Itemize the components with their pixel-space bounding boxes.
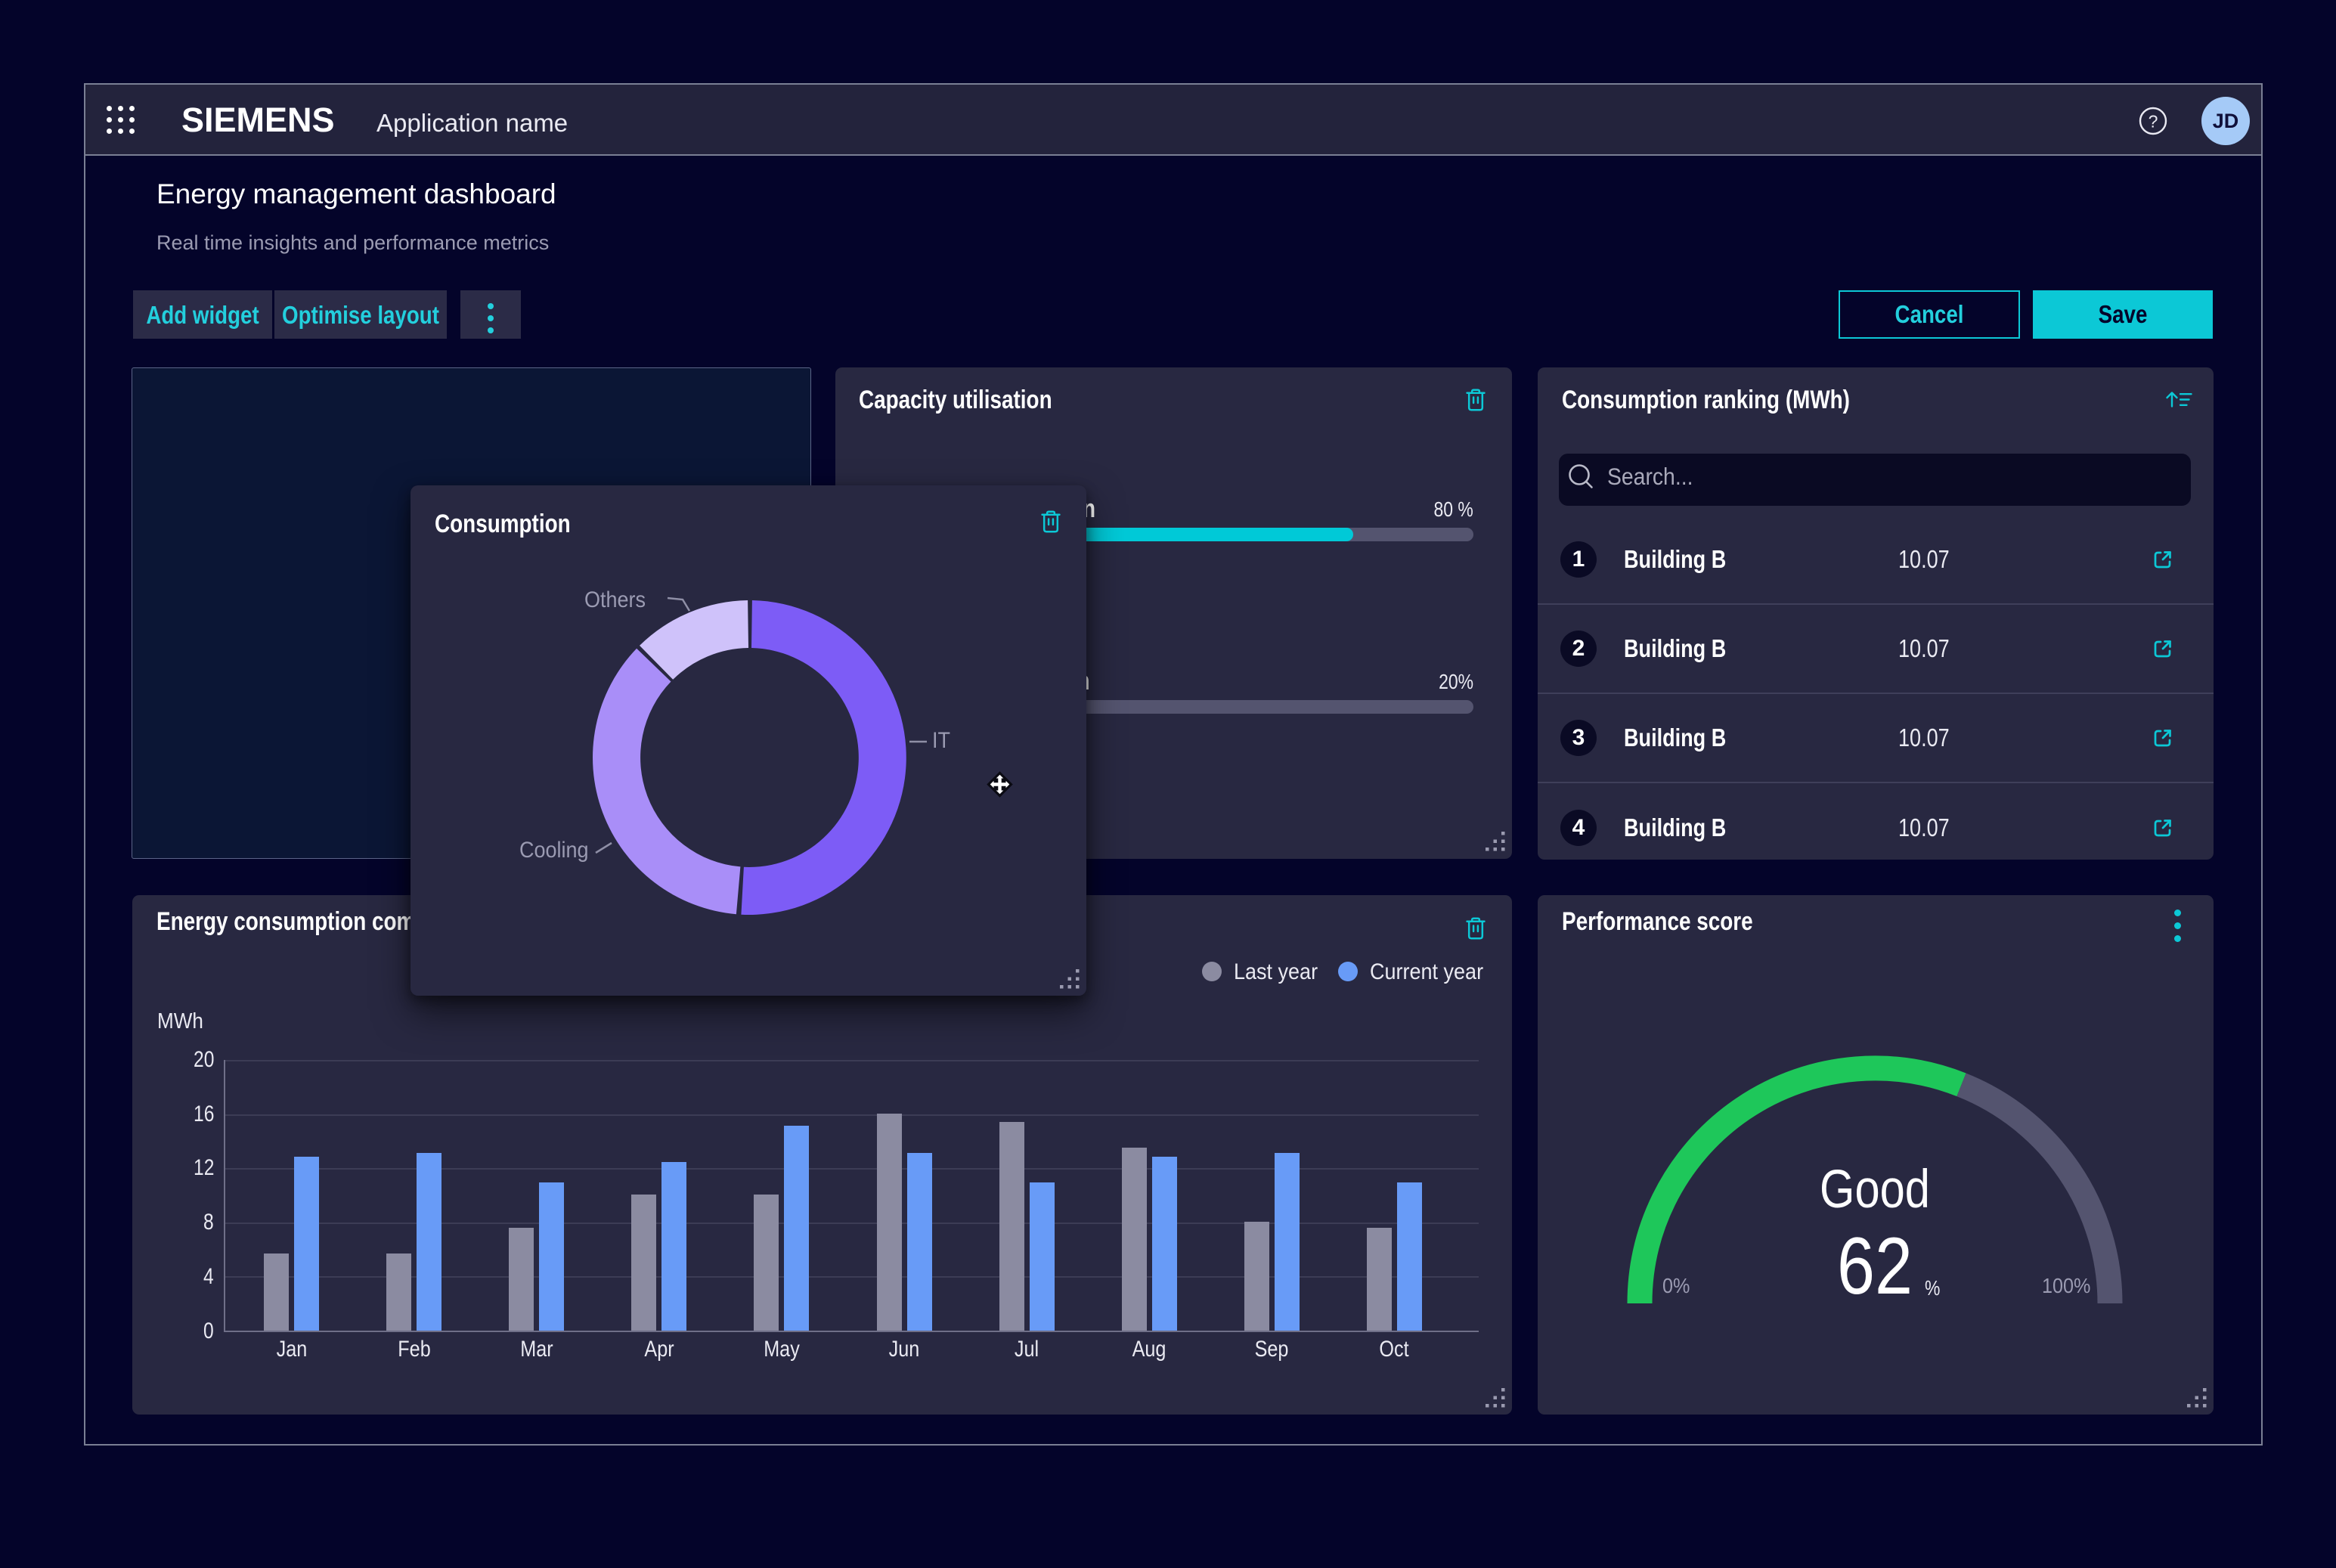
svg-text:?: ? bbox=[2149, 112, 2158, 132]
